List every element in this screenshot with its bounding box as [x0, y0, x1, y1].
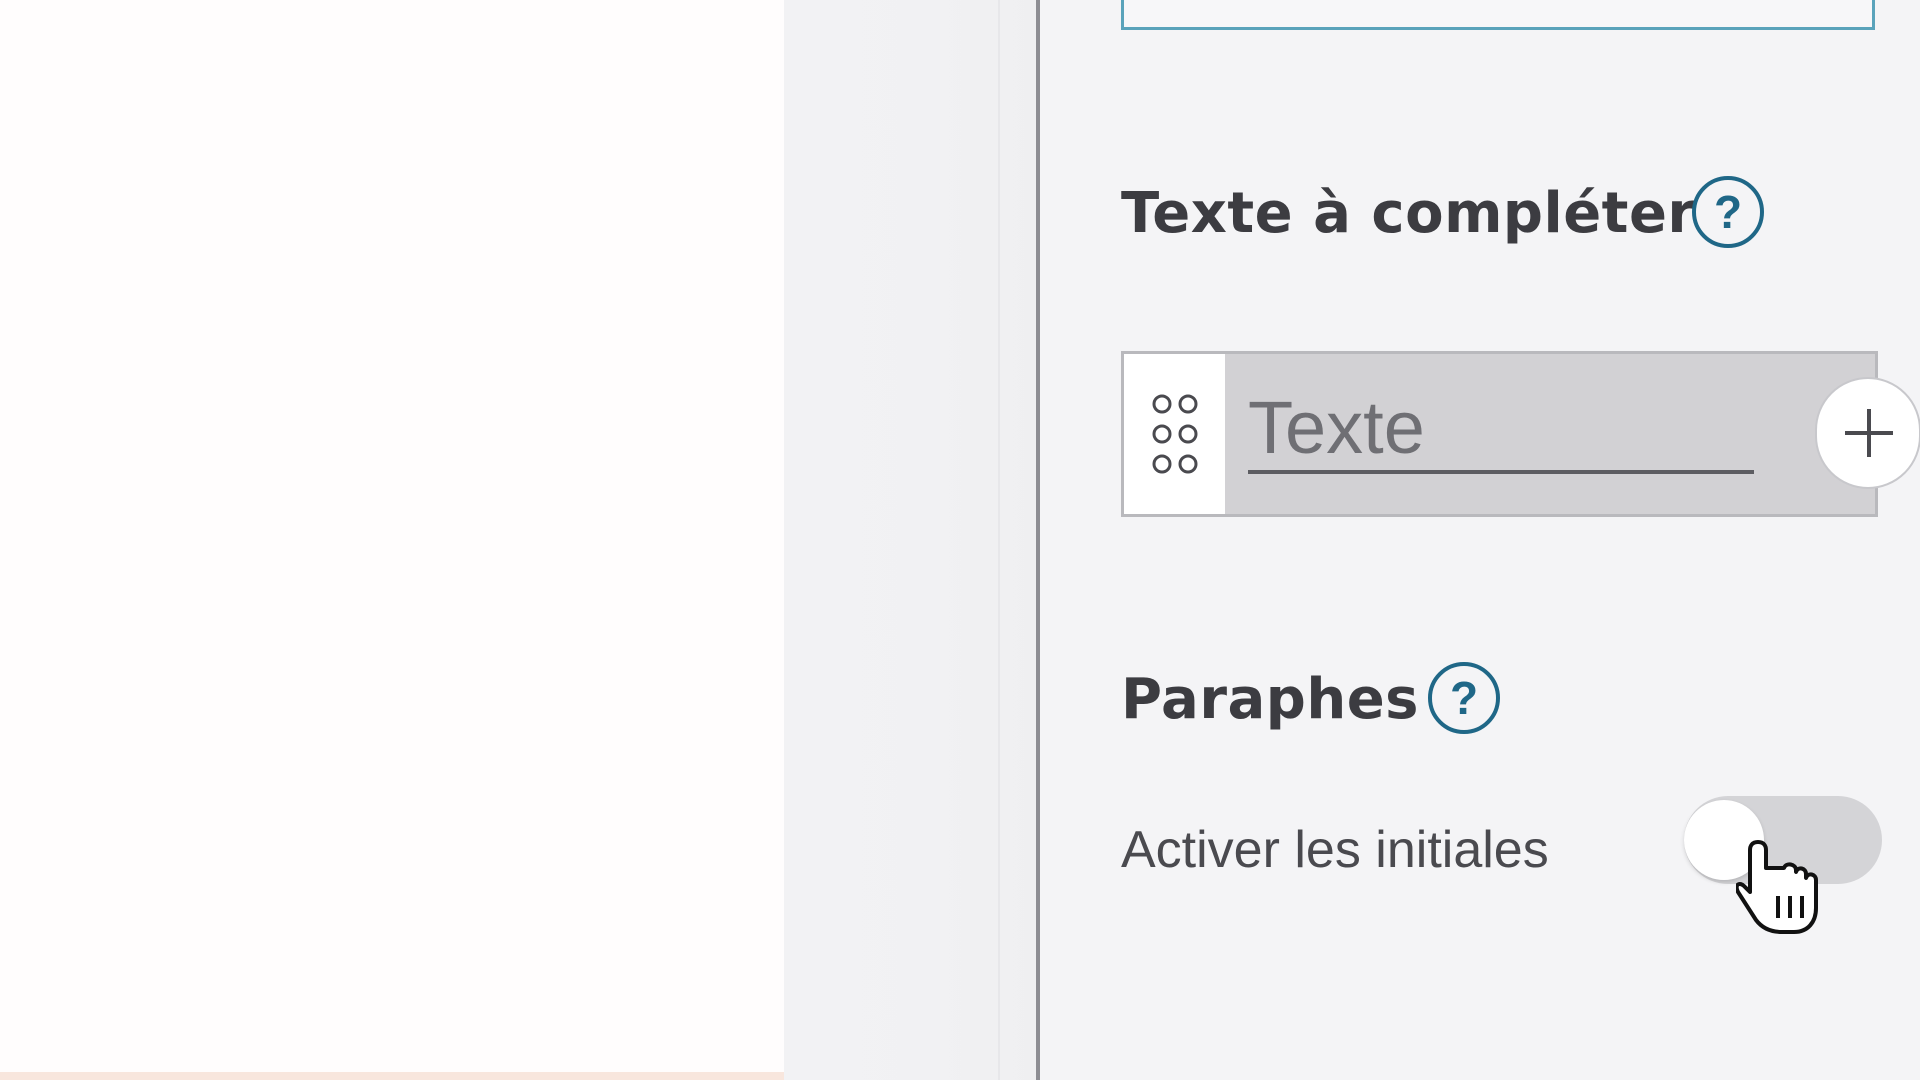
document-page-edge [0, 1072, 784, 1080]
drag-handle-icon[interactable] [1124, 354, 1225, 514]
initials-toggle-label: Activer les initiales [1121, 821, 1549, 879]
text-to-complete-input[interactable] [1248, 384, 1754, 474]
text-field-row [1121, 351, 1878, 517]
text-section-title: Texte à compléter [1121, 181, 1696, 246]
toggle-knob [1684, 800, 1764, 880]
add-text-field-button[interactable] [1815, 377, 1920, 489]
document-canvas[interactable] [0, 0, 784, 1080]
initials-toggle[interactable] [1684, 796, 1882, 884]
initials-section-title: Paraphes [1121, 667, 1419, 732]
app-viewport: Texte à compléter ? Paraphes ? Activer l… [0, 0, 1920, 1080]
settings-panel [1040, 0, 1920, 1080]
initials-section-help-icon[interactable]: ? [1428, 662, 1500, 734]
plus-icon [1845, 409, 1893, 457]
focused-field[interactable] [1121, 0, 1875, 30]
gutter-line [998, 0, 1000, 1080]
text-section-help-icon[interactable]: ? [1692, 176, 1764, 248]
